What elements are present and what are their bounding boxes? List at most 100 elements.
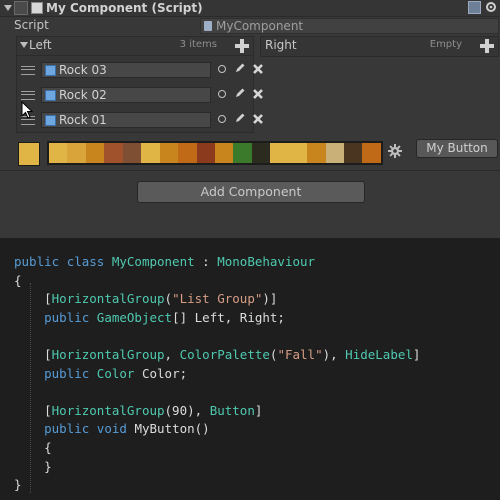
code-token: MyButton() <box>134 421 210 437</box>
code-line: public GameObject[] Left, Right; <box>14 310 285 325</box>
edit-pencil-icon[interactable] <box>234 112 246 124</box>
object-field[interactable]: Rock 03 <box>41 62 211 78</box>
palette-color-cell[interactable] <box>307 143 326 163</box>
left-list-count: 3 items <box>179 39 217 50</box>
left-list-add-icon[interactable] <box>235 39 249 53</box>
code-token: } <box>14 477 22 493</box>
code-token: )] <box>262 291 278 307</box>
drag-handle-icon[interactable] <box>21 66 35 75</box>
left-list-foldout-icon[interactable] <box>20 42 28 48</box>
palette-color-cell[interactable] <box>214 143 234 163</box>
edit-pencil-icon[interactable] <box>234 87 246 99</box>
palette-color-cell[interactable] <box>233 143 252 163</box>
code-line: { <box>14 273 22 288</box>
code-token: { <box>14 440 52 455</box>
code-editor: public class MyComponent : MonoBehaviour… <box>0 238 500 500</box>
code-line: public void MyButton() <box>14 421 210 436</box>
palette-color-cell[interactable] <box>288 143 308 163</box>
code-token: [ <box>14 291 52 307</box>
edit-pencil-icon[interactable] <box>234 62 246 74</box>
component-settings-gear-icon[interactable] <box>485 1 497 13</box>
object-field-label: Rock 02 <box>59 88 107 102</box>
code-token: "List Group" <box>172 291 263 307</box>
help-book-icon[interactable] <box>468 1 481 14</box>
code-token: HorizontalGroup <box>51 291 165 307</box>
prefab-cube-icon <box>45 90 56 101</box>
color-palette[interactable] <box>47 141 383 165</box>
palette-color-cell[interactable] <box>178 143 197 163</box>
palette-color-cell[interactable] <box>122 143 142 163</box>
remove-item-x-icon[interactable] <box>252 88 264 100</box>
script-value: MyComponent <box>216 19 304 33</box>
remove-item-x-icon[interactable] <box>252 113 264 125</box>
palette-color-cell[interactable] <box>85 143 105 163</box>
prefab-cube-icon <box>45 65 56 76</box>
object-picker-icon[interactable] <box>218 115 226 123</box>
add-component-button[interactable]: Add Component <box>137 181 365 203</box>
code-token: public <box>44 365 97 381</box>
palette-color-cell[interactable] <box>344 143 363 163</box>
code-token: "Fall" <box>277 347 323 362</box>
script-file-icon <box>204 21 212 31</box>
component-title: My Component (Script) <box>46 1 203 15</box>
object-field-label: Rock 03 <box>59 63 107 77</box>
drag-handle-icon[interactable] <box>21 91 35 100</box>
object-field[interactable]: Rock 02 <box>41 87 211 103</box>
palette-color-cell[interactable] <box>67 143 86 163</box>
right-list-panel: Right Empty <box>260 36 499 57</box>
component-enabled-checkbox[interactable] <box>31 2 43 14</box>
color-field-swatch[interactable] <box>18 142 40 166</box>
palette-color-cell[interactable] <box>196 143 215 163</box>
object-picker-icon[interactable] <box>218 65 226 73</box>
palette-color-cell[interactable] <box>270 143 289 163</box>
left-list-title: Left <box>29 38 52 52</box>
palette-settings-gear-icon[interactable] <box>388 144 402 158</box>
script-field[interactable]: MyComponent <box>200 18 499 34</box>
code-line: public Color Color; <box>14 366 187 381</box>
my-button[interactable]: My Button <box>416 139 498 158</box>
code-token: ] <box>254 402 263 418</box>
code-line: { <box>14 440 52 455</box>
code-token: class <box>66 254 112 269</box>
code-token: public <box>44 309 97 325</box>
code-line: [HorizontalGroup(90), Button] <box>14 403 262 418</box>
component-header[interactable]: My Component (Script) <box>0 0 500 17</box>
prefab-cube-icon <box>45 115 56 126</box>
code-token: MyComponent <box>111 254 195 269</box>
code-line: } <box>14 477 22 492</box>
palette-color-cell[interactable] <box>159 143 179 163</box>
object-picker-icon[interactable] <box>218 90 226 98</box>
code-token: GameObject <box>96 309 173 325</box>
foldout-arrow-icon[interactable] <box>4 5 12 11</box>
code-token: ColorPalette <box>179 347 270 362</box>
code-token: Button <box>209 402 255 418</box>
left-list-header[interactable]: Left 3 items <box>17 37 253 56</box>
script-label: Script <box>14 18 49 32</box>
code-token: MonoBehaviour <box>217 254 316 269</box>
code-line: } <box>14 459 52 474</box>
right-list-add-icon[interactable] <box>480 39 494 53</box>
palette-color-cell[interactable] <box>325 143 344 163</box>
code-token: void <box>96 421 135 437</box>
palette-color-cell[interactable] <box>141 143 160 163</box>
code-token: Color <box>96 365 135 381</box>
palette-color-cell[interactable] <box>49 143 68 163</box>
code-token: HideLabel <box>345 347 413 362</box>
palette-color-cell[interactable] <box>251 143 271 163</box>
code-line: [HorizontalGroup, ColorPalette("Fall"), … <box>14 347 420 362</box>
code-token: [ <box>14 347 52 362</box>
code-token: : <box>194 254 218 269</box>
right-list-header[interactable]: Right Empty <box>261 37 498 55</box>
code-token: Color; <box>134 365 188 381</box>
code-token: [ <box>14 402 52 418</box>
palette-color-cell[interactable] <box>104 143 123 163</box>
remove-item-x-icon[interactable] <box>252 63 264 75</box>
object-field[interactable]: Rock 01 <box>41 112 211 128</box>
palette-color-cell[interactable] <box>362 143 381 163</box>
code-token: ), <box>322 347 346 362</box>
inspector-panel: My Component (Script) Script MyComponent… <box>0 0 500 238</box>
right-list-title: Right <box>265 38 297 52</box>
